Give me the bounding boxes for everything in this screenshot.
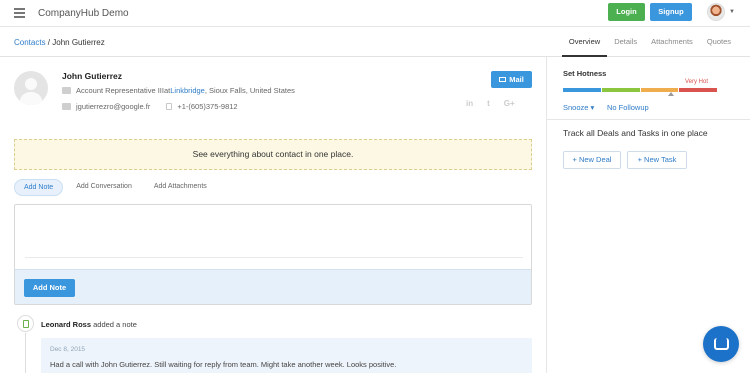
timeline-author[interactable]: Leonard Ross <box>41 320 91 329</box>
user-avatar[interactable] <box>707 3 725 21</box>
info-banner: See everything about contact in one plac… <box>14 139 532 170</box>
chevron-down-icon[interactable]: ▼ <box>729 9 735 15</box>
contact-email[interactable]: jgutierrezro@google.fr <box>76 102 150 111</box>
hotness-segment-very-hot[interactable] <box>679 88 717 92</box>
contact-title-row: Account Representative III at Linkbridge… <box>62 86 295 95</box>
twitter-icon[interactable]: t <box>487 99 490 108</box>
tab-attachments[interactable]: Attachments <box>644 27 700 57</box>
editor-divider <box>25 257 523 258</box>
side-divider <box>547 119 750 120</box>
timeline-line <box>25 333 26 373</box>
timeline-action: added a note <box>91 320 137 329</box>
tab-add-attachments[interactable]: Add Attachments <box>145 179 216 196</box>
company-link[interactable]: Linkbridge <box>170 86 205 95</box>
note-tabs: Add Note Add Conversation Add Attachment… <box>14 179 220 196</box>
timeline-date: Dec 8, 2015 <box>50 346 86 353</box>
new-deal-button[interactable]: + New Deal <box>563 151 621 169</box>
sub-header: Contacts / John Gutierrez Overview Detai… <box>0 27 750 57</box>
contact-avatar <box>14 71 48 105</box>
note-icon <box>17 315 34 332</box>
phone-group: +1-(605)375-9812 <box>166 102 238 111</box>
editor-footer: Add Note <box>15 269 531 304</box>
tab-add-note[interactable]: Add Note <box>14 179 64 196</box>
app-title: CompanyHub Demo <box>38 8 129 19</box>
top-bar: CompanyHub Demo Login Signup ▼ <box>0 0 750 27</box>
mail-button-label: Mail <box>509 75 524 84</box>
envelope-icon <box>499 77 507 82</box>
login-button[interactable]: Login <box>608 3 645 21</box>
hotness-segment-cold[interactable] <box>563 88 601 92</box>
mail-button[interactable]: Mail <box>491 71 532 88</box>
note-editor: Add Note <box>14 204 532 305</box>
tab-details[interactable]: Details <box>607 27 644 57</box>
add-note-button[interactable]: Add Note <box>24 279 75 297</box>
tab-quotes[interactable]: Quotes <box>700 27 738 57</box>
tab-overview[interactable]: Overview <box>561 27 608 57</box>
main-content: John Gutierrez Account Representative II… <box>0 57 546 373</box>
snooze-dropdown[interactable]: Snooze ▾ <box>563 103 594 112</box>
tab-add-conversation[interactable]: Add Conversation <box>67 179 141 196</box>
new-task-button[interactable]: + New Task <box>627 151 687 169</box>
linkedin-icon[interactable]: in <box>466 99 473 108</box>
signup-button[interactable]: Signup <box>650 3 692 21</box>
followup-link[interactable]: No Followup <box>607 103 649 112</box>
note-textarea[interactable] <box>15 205 531 269</box>
timeline-note-text: Had a call with John Gutierrez. Still wa… <box>50 360 397 369</box>
contact-phone[interactable]: +1-(605)375-9812 <box>177 102 237 111</box>
contact-name: John Gutierrez <box>62 71 122 81</box>
breadcrumb: Contacts / John Gutierrez <box>14 38 105 47</box>
google-plus-icon[interactable]: G+ <box>504 99 515 108</box>
breadcrumb-current: John Gutierrez <box>52 38 105 47</box>
briefcase-icon <box>62 87 71 94</box>
contact-location: , Sioux Falls, United States <box>204 86 295 95</box>
email-icon <box>62 103 71 110</box>
breadcrumb-contacts-link[interactable]: Contacts <box>14 38 46 47</box>
hamburger-icon[interactable] <box>14 8 25 18</box>
track-title: Track all Deals and Tasks in one place <box>563 128 708 138</box>
phone-icon <box>166 103 173 110</box>
tab-bar: Overview Details Attachments Quotes <box>561 27 738 57</box>
timeline-note-card: Dec 8, 2015 Had a call with John Gutierr… <box>41 338 532 373</box>
hotness-marker <box>668 92 674 96</box>
timeline-entry-title: Leonard Ross added a note <box>41 320 137 329</box>
hotness-label: Very Hot <box>685 79 709 85</box>
chat-icon[interactable] <box>703 326 739 362</box>
contact-title: Account Representative III <box>76 86 164 95</box>
contact-info-row: jgutierrezro@google.fr +1-(605)375-9812 <box>62 102 238 111</box>
hotness-title: Set Hotness <box>563 69 607 78</box>
hotness-bar[interactable] <box>563 88 718 92</box>
social-links: in t G+ <box>466 99 529 108</box>
hotness-segment-warm[interactable] <box>601 88 640 92</box>
